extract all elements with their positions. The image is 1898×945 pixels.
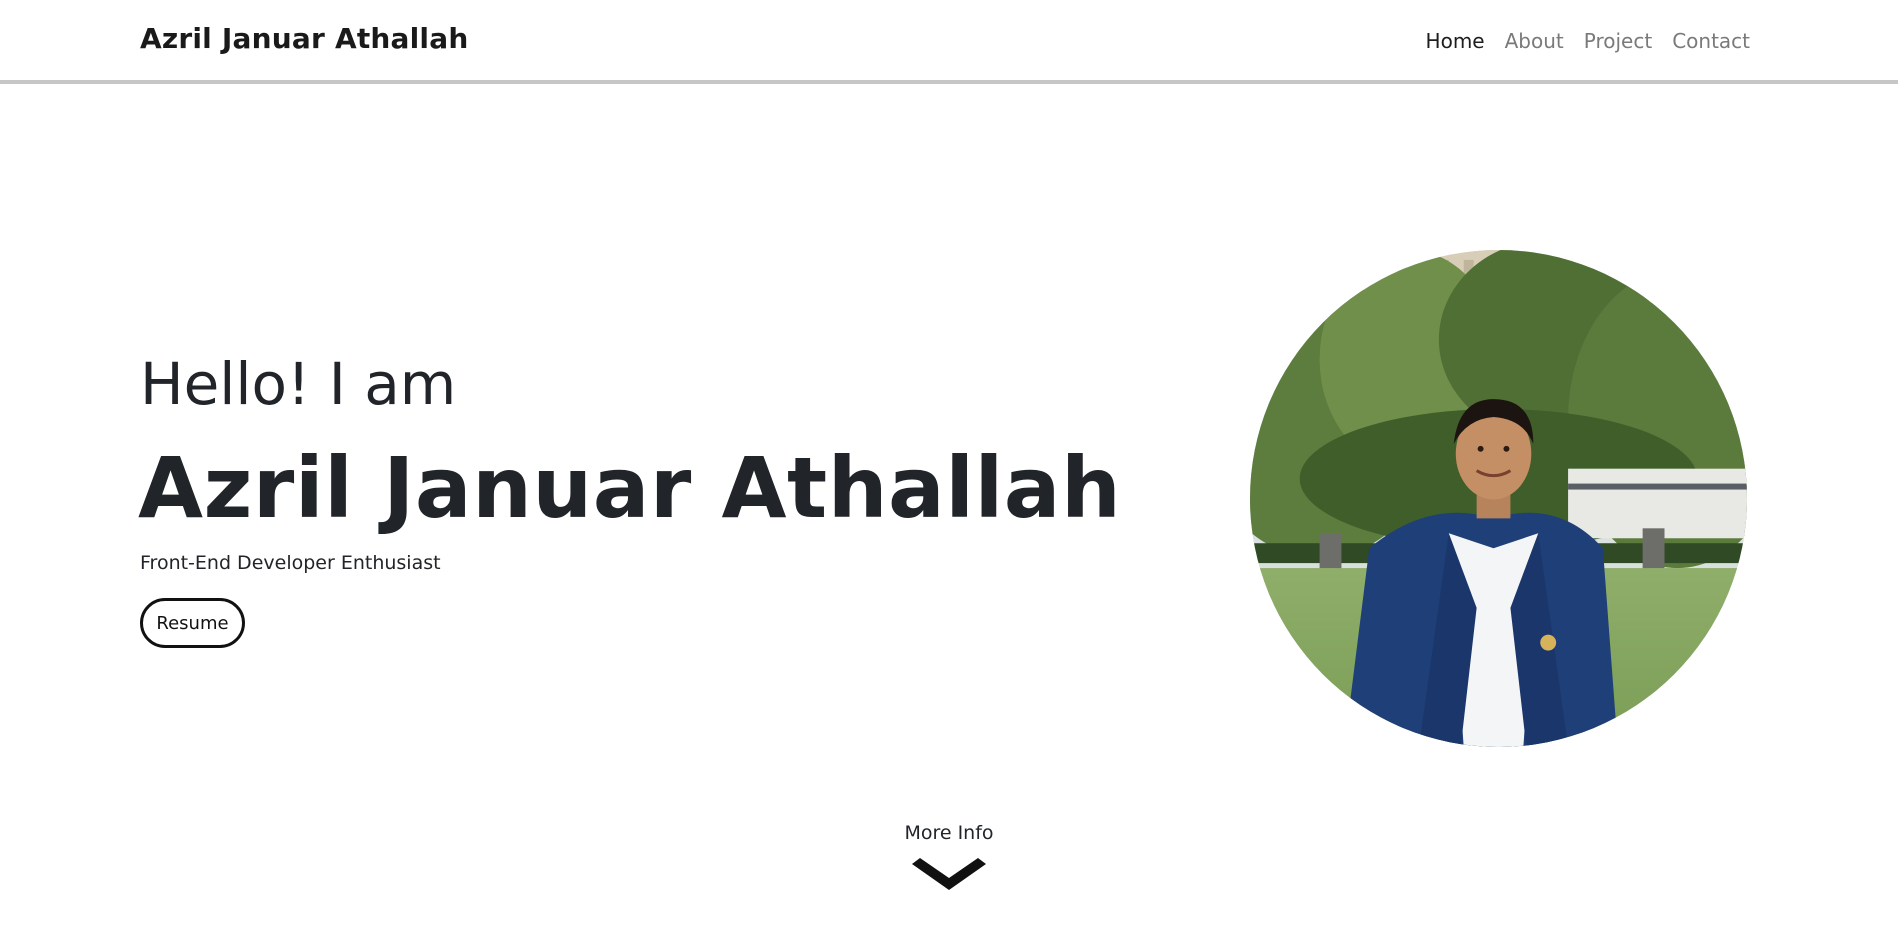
nav-link-contact[interactable]: Contact xyxy=(1672,29,1750,53)
profile-photo xyxy=(1250,250,1747,747)
nav-links: Home About Project Contact xyxy=(1426,29,1750,53)
profile-photo-illustration xyxy=(1250,250,1747,747)
brand-logo[interactable]: Azril Januar Athallah xyxy=(140,22,468,55)
more-info-label[interactable]: More Info xyxy=(0,822,1898,844)
navbar: Azril Januar Athallah Home About Project… xyxy=(0,0,1898,84)
nav-link-project[interactable]: Project xyxy=(1584,29,1652,53)
chevron-down-icon[interactable] xyxy=(912,858,986,892)
hero-subtitle: Front-End Developer Enthusiast xyxy=(140,552,441,574)
hero-name: Azril Januar Athallah xyxy=(138,439,1122,537)
resume-button[interactable]: Resume xyxy=(140,598,245,648)
nav-link-about[interactable]: About xyxy=(1505,29,1564,53)
nav-link-home[interactable]: Home xyxy=(1426,29,1485,53)
hero-greeting: Hello! I am xyxy=(140,350,457,418)
